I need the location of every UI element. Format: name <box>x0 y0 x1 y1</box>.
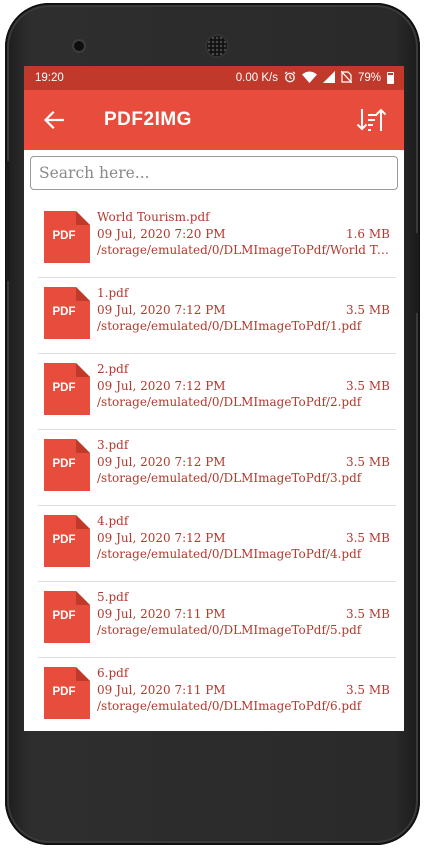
file-list-item[interactable]: PDF 2.pdf 09 Jul, 2020 7:12 PM 3.5 MB /s… <box>24 353 404 429</box>
file-meta: 09 Jul, 2020 7:11 PM 3.5 MB <box>97 606 390 623</box>
file-list-item[interactable]: PDF 5.pdf 09 Jul, 2020 7:11 PM 3.5 MB /s… <box>24 581 404 657</box>
app-screen: 19:20 0.00 K/s 79% PDF2IMG Search here..… <box>24 66 404 731</box>
pdf-file-icon: PDF <box>44 591 90 643</box>
file-date: 09 Jul, 2020 7:12 PM <box>97 530 226 545</box>
file-info: World Tourism.pdf 09 Jul, 2020 7:20 PM 1… <box>97 209 390 259</box>
file-info: 2.pdf 09 Jul, 2020 7:12 PM 3.5 MB /stora… <box>97 361 390 411</box>
app-title: PDF2IMG <box>104 109 192 130</box>
file-name: 4.pdf <box>97 514 129 528</box>
file-path: /storage/emulated/0/DLMImageToPdf/4.pdf <box>97 547 362 561</box>
file-meta: 09 Jul, 2020 7:12 PM 3.5 MB <box>97 378 390 395</box>
file-name: World Tourism.pdf <box>97 210 210 224</box>
pdf-icon-label: PDF <box>52 306 76 318</box>
file-size: 3.5 MB <box>345 378 390 393</box>
battery-percent: 79% <box>357 72 381 84</box>
file-path: /storage/emulated/0/DLMImageToPdf/2.pdf <box>97 395 362 409</box>
status-indicators: 0.00 K/s 79% <box>235 70 394 85</box>
wifi-icon <box>301 71 317 85</box>
file-date: 09 Jul, 2020 7:12 PM <box>97 454 226 469</box>
file-meta: 09 Jul, 2020 7:11 PM 3.5 MB <box>97 682 390 699</box>
pdf-file-icon: PDF <box>44 211 90 263</box>
file-date: 09 Jul, 2020 7:11 PM <box>97 682 226 697</box>
battery-icon <box>387 72 394 84</box>
file-list-item[interactable]: PDF World Tourism.pdf 09 Jul, 2020 7:20 … <box>24 201 404 277</box>
sort-icon <box>356 108 387 131</box>
file-name: 6.pdf <box>97 666 129 680</box>
file-size: 3.5 MB <box>345 454 390 469</box>
pdf-icon-label: PDF <box>52 382 76 394</box>
signal-icon <box>322 71 335 85</box>
sort-button[interactable] <box>354 106 388 134</box>
file-size: 3.5 MB <box>345 530 390 545</box>
file-list-item[interactable]: PDF 1.pdf 09 Jul, 2020 7:12 PM 3.5 MB /s… <box>24 277 404 353</box>
power-button <box>415 233 419 313</box>
file-list-item[interactable]: PDF 3.pdf 09 Jul, 2020 7:12 PM 3.5 MB /s… <box>24 429 404 505</box>
file-meta: 09 Jul, 2020 7:12 PM 3.5 MB <box>97 530 390 547</box>
file-path: /storage/emulated/0/DLMImageToPdf/5.pdf <box>97 623 362 637</box>
app-bar: PDF2IMG <box>24 90 404 150</box>
search-container <box>24 150 404 190</box>
file-meta: 09 Jul, 2020 7:12 PM 3.5 MB <box>97 454 390 471</box>
file-list-item[interactable]: PDF 6.pdf 09 Jul, 2020 7:11 PM 3.5 MB /s… <box>24 657 404 731</box>
file-list-item[interactable]: PDF 4.pdf 09 Jul, 2020 7:12 PM 3.5 MB /s… <box>24 505 404 581</box>
file-list: PDF World Tourism.pdf 09 Jul, 2020 7:20 … <box>24 201 404 731</box>
file-path: /storage/emulated/0/DLMImageToPdf/1.pdf <box>97 319 362 333</box>
file-path: /storage/emulated/0/DLMImageToPdf/World … <box>97 243 390 257</box>
pdf-icon-label: PDF <box>52 610 76 622</box>
pdf-icon-label: PDF <box>52 534 76 546</box>
file-info: 3.pdf 09 Jul, 2020 7:12 PM 3.5 MB /stora… <box>97 437 390 487</box>
file-date: 09 Jul, 2020 7:12 PM <box>97 302 226 317</box>
file-meta: 09 Jul, 2020 7:12 PM 3.5 MB <box>97 302 390 319</box>
status-bar: 19:20 0.00 K/s 79% <box>24 66 404 90</box>
pdf-file-icon: PDF <box>44 363 90 415</box>
file-path: /storage/emulated/0/DLMImageToPdf/6.pdf <box>97 699 362 713</box>
file-info: 6.pdf 09 Jul, 2020 7:11 PM 3.5 MB /stora… <box>97 665 390 715</box>
pdf-icon-label: PDF <box>52 458 76 470</box>
file-name: 2.pdf <box>97 362 129 376</box>
file-size: 1.6 MB <box>345 226 390 241</box>
volume-button <box>6 161 10 281</box>
pdf-icon-label: PDF <box>52 230 76 242</box>
file-info: 4.pdf 09 Jul, 2020 7:12 PM 3.5 MB /stora… <box>97 513 390 563</box>
file-date: 09 Jul, 2020 7:11 PM <box>97 606 226 621</box>
status-time: 19:20 <box>35 72 64 84</box>
arrow-left-icon <box>44 111 64 129</box>
file-path: /storage/emulated/0/DLMImageToPdf/3.pdf <box>97 471 362 485</box>
file-info: 1.pdf 09 Jul, 2020 7:12 PM 3.5 MB /stora… <box>97 285 390 335</box>
file-size: 3.5 MB <box>345 302 390 317</box>
file-name: 5.pdf <box>97 590 129 604</box>
pdf-file-icon: PDF <box>44 439 90 491</box>
file-size: 3.5 MB <box>345 606 390 621</box>
pdf-file-icon: PDF <box>44 667 90 719</box>
pdf-icon-label: PDF <box>52 686 76 698</box>
search-input[interactable] <box>30 156 398 190</box>
front-camera <box>74 41 84 51</box>
alarm-icon <box>284 71 296 85</box>
file-name: 3.pdf <box>97 438 129 452</box>
pdf-file-icon: PDF <box>44 515 90 567</box>
file-info: 5.pdf 09 Jul, 2020 7:11 PM 3.5 MB /stora… <box>97 589 390 639</box>
file-meta: 09 Jul, 2020 7:20 PM 1.6 MB <box>97 226 390 243</box>
network-speed: 0.00 K/s <box>235 72 278 84</box>
pdf-file-icon: PDF <box>44 287 90 339</box>
earpiece-speaker <box>207 36 227 56</box>
file-date: 09 Jul, 2020 7:20 PM <box>97 226 226 241</box>
file-size: 3.5 MB <box>345 682 390 697</box>
no-sim-icon <box>340 70 353 85</box>
file-name: 1.pdf <box>97 286 129 300</box>
back-button[interactable] <box>40 106 68 134</box>
file-date: 09 Jul, 2020 7:12 PM <box>97 378 226 393</box>
